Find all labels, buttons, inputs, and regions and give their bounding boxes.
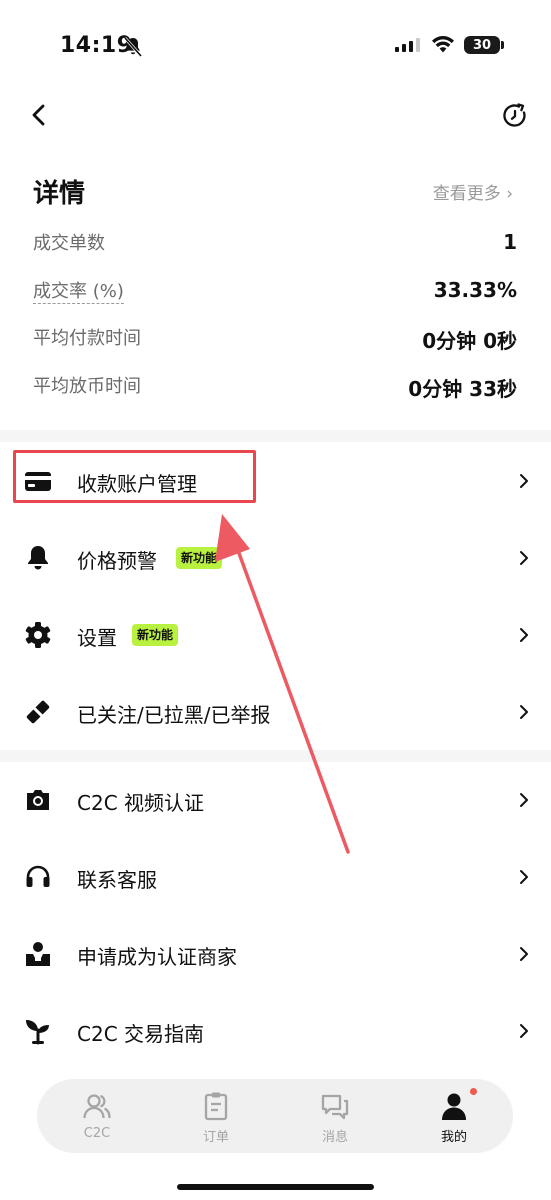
nav-label-me: 我的 [440, 1130, 467, 1145]
menu-label-followed-blocked-reported: 已关注/已拉黑/已举报 [77, 703, 271, 727]
see-more-link[interactable]: 查看更多 › [433, 179, 513, 204]
battery-cap [501, 41, 504, 49]
section-divider [0, 750, 551, 762]
clipboard-icon [204, 1092, 228, 1121]
new-feature-badge: 新功能 [132, 624, 179, 646]
menu-item-become-merchant[interactable]: 申请成为认证商家 [0, 916, 551, 992]
stat-value-completion-rate: 33.33% [433, 278, 517, 302]
nav-tab-orders[interactable]: 订单 [176, 1079, 256, 1153]
nav-tab-messages[interactable]: 消息 [295, 1079, 375, 1153]
menu-item-settings[interactable]: 设置 新功能 [0, 597, 551, 673]
gear-icon [25, 622, 51, 648]
stat-value-avg-release-time: 0分钟 33秒 [408, 377, 517, 401]
stat-label-avg-payment-time: 平均付款时间 [33, 328, 141, 349]
headset-icon [26, 865, 50, 887]
menu-label-video-verification: C2C 视频认证 [77, 791, 205, 815]
chevron-right-icon [520, 1024, 528, 1038]
chevron-right-icon [520, 551, 528, 565]
messages-icon [321, 1094, 349, 1120]
section-divider [0, 430, 551, 442]
menu-label-become-merchant: 申请成为认证商家 [77, 945, 237, 969]
stat-label-completion-rate[interactable]: 成交率 (%) [33, 281, 124, 304]
stat-label-avg-release-time: 平均放币时间 [33, 376, 141, 397]
merchant-icon [26, 942, 50, 966]
battery-indicator: 30 [464, 36, 500, 54]
chevron-right-icon [520, 628, 528, 642]
bell-icon [28, 546, 48, 570]
history-icon[interactable] [502, 103, 528, 129]
chevron-right-icon [520, 474, 528, 488]
details-title: 详情 [33, 179, 86, 209]
menu-label-price-alert: 价格预警 [77, 549, 157, 573]
bell-muted-icon [123, 37, 143, 57]
bottom-nav: C2C 订单 消息 我的 [37, 1079, 513, 1153]
tag-icon [26, 700, 50, 724]
chevron-right-icon [520, 870, 528, 884]
nav-tab-me[interactable]: 我的 [414, 1079, 494, 1153]
nav-label-c2c: C2C [83, 1126, 111, 1141]
signal-icon [395, 38, 420, 52]
users-icon [83, 1094, 111, 1119]
nav-label-messages: 消息 [321, 1130, 348, 1145]
new-feature-badge: 新功能 [176, 547, 223, 569]
camera-icon [27, 790, 49, 810]
menu-label-trading-guide: C2C 交易指南 [77, 1022, 205, 1046]
stat-label-orders: 成交单数 [33, 233, 105, 254]
sprout-icon [26, 1020, 49, 1045]
home-indicator [177, 1184, 374, 1190]
menu-label-customer-service: 联系客服 [77, 868, 157, 892]
stat-value-avg-payment-time: 0分钟 0秒 [422, 329, 517, 353]
nav-tab-c2c[interactable]: C2C [57, 1079, 137, 1153]
chevron-right-icon [520, 947, 528, 961]
chevron-right-icon [520, 793, 528, 807]
nav-label-orders: 订单 [202, 1130, 229, 1145]
highlight-box [13, 450, 256, 503]
menu-label-settings: 设置 [77, 626, 117, 650]
menu-item-trading-guide[interactable]: C2C 交易指南 [0, 993, 551, 1069]
back-arrow-icon[interactable] [30, 104, 48, 126]
chevron-right-icon [520, 705, 528, 719]
menu-item-video-verification[interactable]: C2C 视频认证 [0, 762, 551, 838]
person-icon [442, 1093, 466, 1120]
wifi-icon [432, 36, 454, 53]
stat-value-orders: 1 [503, 230, 517, 254]
menu-item-price-alert[interactable]: 价格预警 新功能 [0, 520, 551, 596]
menu-item-followed-blocked-reported[interactable]: 已关注/已拉黑/已举报 [0, 674, 551, 750]
notification-dot [470, 1088, 477, 1095]
menu-item-customer-service[interactable]: 联系客服 [0, 839, 551, 915]
